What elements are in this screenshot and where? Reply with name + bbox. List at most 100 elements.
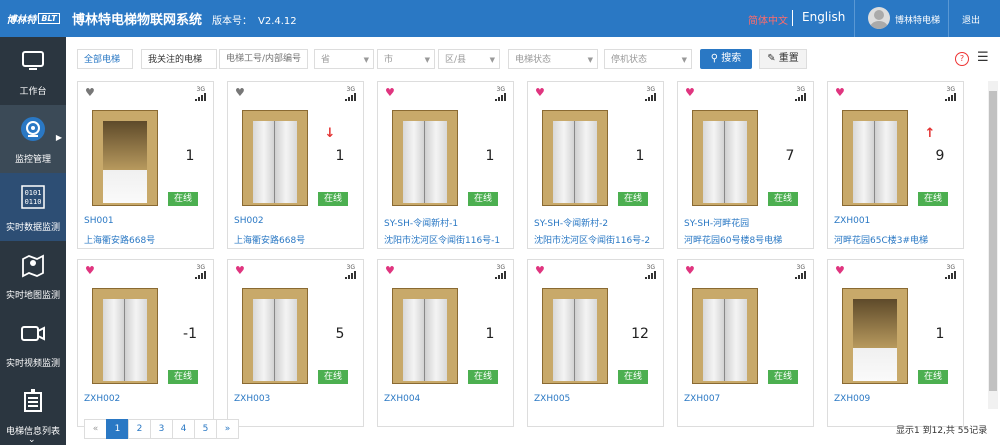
pagination-page[interactable]: 2 — [128, 419, 151, 439]
elevator-code-link[interactable]: ZXH009 — [834, 394, 870, 404]
elevator-code-link[interactable]: ZXH003 — [234, 394, 270, 404]
pagination-page[interactable]: 1 — [106, 419, 129, 439]
elevator-card[interactable]: ♥ 3G 1 在线 SH001 上海衢安路668号 — [77, 81, 214, 249]
scrollbar-thumb[interactable] — [989, 91, 997, 391]
pagination-next[interactable]: » — [216, 419, 239, 439]
elevator-code-link[interactable]: ZXH005 — [534, 394, 570, 404]
elevator-card[interactable]: ♥ 3G 在线 ZXH007 — [677, 259, 814, 427]
pagination-page[interactable]: 5 — [194, 419, 217, 439]
signal-strength-icon — [945, 271, 956, 279]
binary-data-icon: 01010110 — [21, 185, 45, 209]
help-icon[interactable]: ? — [955, 52, 969, 66]
sidebar-item-elevator-list[interactable]: 电梯信息列表 ⌄ — [0, 377, 66, 445]
favorite-heart-icon[interactable]: ♥ — [385, 87, 395, 98]
elevator-card[interactable]: ♥ 3G 1 在线 SY-SH-令闻新村-1 沈阳市沈河区令闻街116号-1 — [377, 81, 514, 249]
username[interactable]: 博林特电梯 — [895, 13, 940, 26]
elevator-door — [553, 299, 597, 381]
favorite-heart-icon[interactable]: ♥ — [85, 265, 95, 276]
lang-chinese-link[interactable]: 简体中文 — [748, 12, 788, 27]
favorite-heart-icon[interactable]: ♥ — [535, 265, 545, 276]
lang-english-link[interactable]: English — [802, 10, 845, 24]
elevator-code-link[interactable]: ZXH007 — [684, 394, 720, 404]
scrollbar[interactable] — [988, 81, 998, 409]
elevator-code-link[interactable]: ZXH002 — [84, 394, 120, 404]
sidebar-item-realtime-data[interactable]: 0101 0110 实时数据监测 — [0, 173, 66, 241]
pagination-page[interactable]: 3 — [150, 419, 173, 439]
sidebar-item-realtime-map[interactable]: 实时地图监测 — [0, 241, 66, 309]
elevator-card[interactable]: ♥ 3G 7 在线 SY-SH-河畔花园 河畔花园60号楼8号电梯 — [677, 81, 814, 249]
favorite-heart-icon[interactable]: ♥ — [235, 265, 245, 276]
elevator-code-link[interactable]: SY-SH-令闻新村-1 — [384, 216, 458, 229]
elevator-code-link[interactable]: SH002 — [234, 216, 264, 226]
elevator-card[interactable]: ♥ 3G 1 在线 SY-SH-令闻新村-2 沈阳市沈河区令闻街116号-2 — [527, 81, 664, 249]
menu-icon[interactable]: ☰ — [977, 50, 989, 65]
pagination-prev[interactable]: « — [84, 419, 107, 439]
elevator-address-link[interactable]: 上海衢安路668号 — [234, 233, 305, 246]
favorite-heart-icon[interactable]: ♥ — [385, 265, 395, 276]
reset-button[interactable]: ✎ 重置 — [759, 49, 807, 69]
signal-strength-icon — [645, 93, 656, 101]
elevator-card[interactable]: ♥ 3G 1 在线 ZXH009 — [827, 259, 964, 427]
video-camera-icon — [21, 326, 45, 341]
sidebar-item-workbench[interactable]: 工作台 — [0, 37, 66, 105]
favorite-heart-icon[interactable]: ♥ — [835, 87, 845, 98]
elevator-door — [853, 299, 897, 381]
logout-link[interactable]: 退出 — [962, 13, 980, 26]
elevator-card[interactable]: ♥ 3G 12 在线 ZXH005 — [527, 259, 664, 427]
favorite-heart-icon[interactable]: ♥ — [235, 87, 245, 98]
sidebar-item-label: 实时数据监测 — [5, 223, 60, 233]
elevator-status-select[interactable]: 电梯状态 ▼ — [508, 49, 598, 69]
favorite-heart-icon[interactable]: ♥ — [85, 87, 95, 98]
elevator-code-link[interactable]: ZXH004 — [384, 394, 420, 404]
elevator-address-link[interactable]: 上海衢安路668号 — [84, 233, 155, 246]
province-select[interactable]: 省 ▼ — [314, 49, 374, 69]
sidebar-item-monitoring[interactable]: ▶ 监控管理 — [0, 105, 66, 173]
elevator-door — [403, 121, 447, 203]
status-badge: 在线 — [468, 192, 498, 206]
elevator-address-link[interactable]: 沈阳市沈河区令闻街116号-2 — [534, 233, 650, 246]
avatar[interactable] — [868, 7, 890, 29]
search-input[interactable] — [219, 49, 308, 69]
elevator-address-link[interactable]: 河畔花园60号楼8号电梯 — [684, 233, 782, 246]
reset-button-label: 重置 — [778, 53, 799, 64]
elevator-code-link[interactable]: SY-SH-令闻新村-2 — [534, 216, 608, 229]
signal-type-label: 3G — [796, 86, 805, 93]
search-button[interactable]: ⚲ 搜索 — [700, 49, 752, 69]
elevator-address-link[interactable]: 河畔花园65C楼3#电梯 — [834, 233, 928, 246]
city-select[interactable]: 市 ▼ — [377, 49, 435, 69]
signal-type-label: 3G — [646, 264, 655, 271]
favorite-heart-icon[interactable]: ♥ — [835, 265, 845, 276]
favorite-heart-icon[interactable]: ♥ — [535, 87, 545, 98]
tab-my-followed[interactable]: 我关注的电梯 — [141, 49, 217, 69]
pagination-page[interactable]: 4 — [172, 419, 195, 439]
district-select[interactable]: 区/县 ▼ — [438, 49, 500, 69]
version-info: 版本号： V2.4.12 — [212, 12, 297, 27]
pagination: « 1 2 3 4 5 » — [84, 419, 239, 439]
divider — [948, 0, 949, 37]
floor-number: 9 — [935, 148, 945, 164]
favorite-heart-icon[interactable]: ♥ — [685, 265, 695, 276]
elevator-code-link[interactable]: SY-SH-河畔花园 — [684, 216, 749, 229]
elevator-card[interactable]: ♥ 3G 5 在线 ZXH003 — [227, 259, 364, 427]
elevator-card[interactable]: ♥ 3G 1 在线 ZXH004 — [377, 259, 514, 427]
map-icon — [22, 254, 44, 278]
svg-text:0110: 0110 — [25, 198, 42, 206]
elevator-code-link[interactable]: SH001 — [84, 216, 114, 226]
elevator-cabin-image — [92, 288, 158, 384]
elevator-cabin-image — [242, 110, 308, 206]
floor-number: 12 — [631, 326, 649, 342]
tab-all-elevators[interactable]: 全部电梯 — [77, 49, 133, 69]
stop-status-select[interactable]: 停机状态 ▼ — [604, 49, 692, 69]
search-icon: ⚲ — [710, 53, 719, 64]
elevator-cabin-image — [392, 110, 458, 206]
chevron-down-icon[interactable]: ⌄ — [28, 435, 36, 445]
elevator-card[interactable]: ♥ 3G ↓ 1 在线 SH002 上海衢安路668号 — [227, 81, 364, 249]
version-label: 版本号： — [212, 16, 252, 27]
elevator-card[interactable]: ♥ 3G ↑ 9 在线 ZXH001 河畔花园65C楼3#电梯 — [827, 81, 964, 249]
favorite-heart-icon[interactable]: ♥ — [685, 87, 695, 98]
elevator-address-link[interactable]: 沈阳市沈河区令闻街116号-1 — [384, 233, 500, 246]
elevator-card[interactable]: ♥ 3G -1 在线 ZXH002 — [77, 259, 214, 427]
floor-number: 1 — [485, 326, 495, 342]
sidebar-item-realtime-video[interactable]: 实时视频监测 — [0, 309, 66, 377]
elevator-code-link[interactable]: ZXH001 — [834, 216, 870, 226]
